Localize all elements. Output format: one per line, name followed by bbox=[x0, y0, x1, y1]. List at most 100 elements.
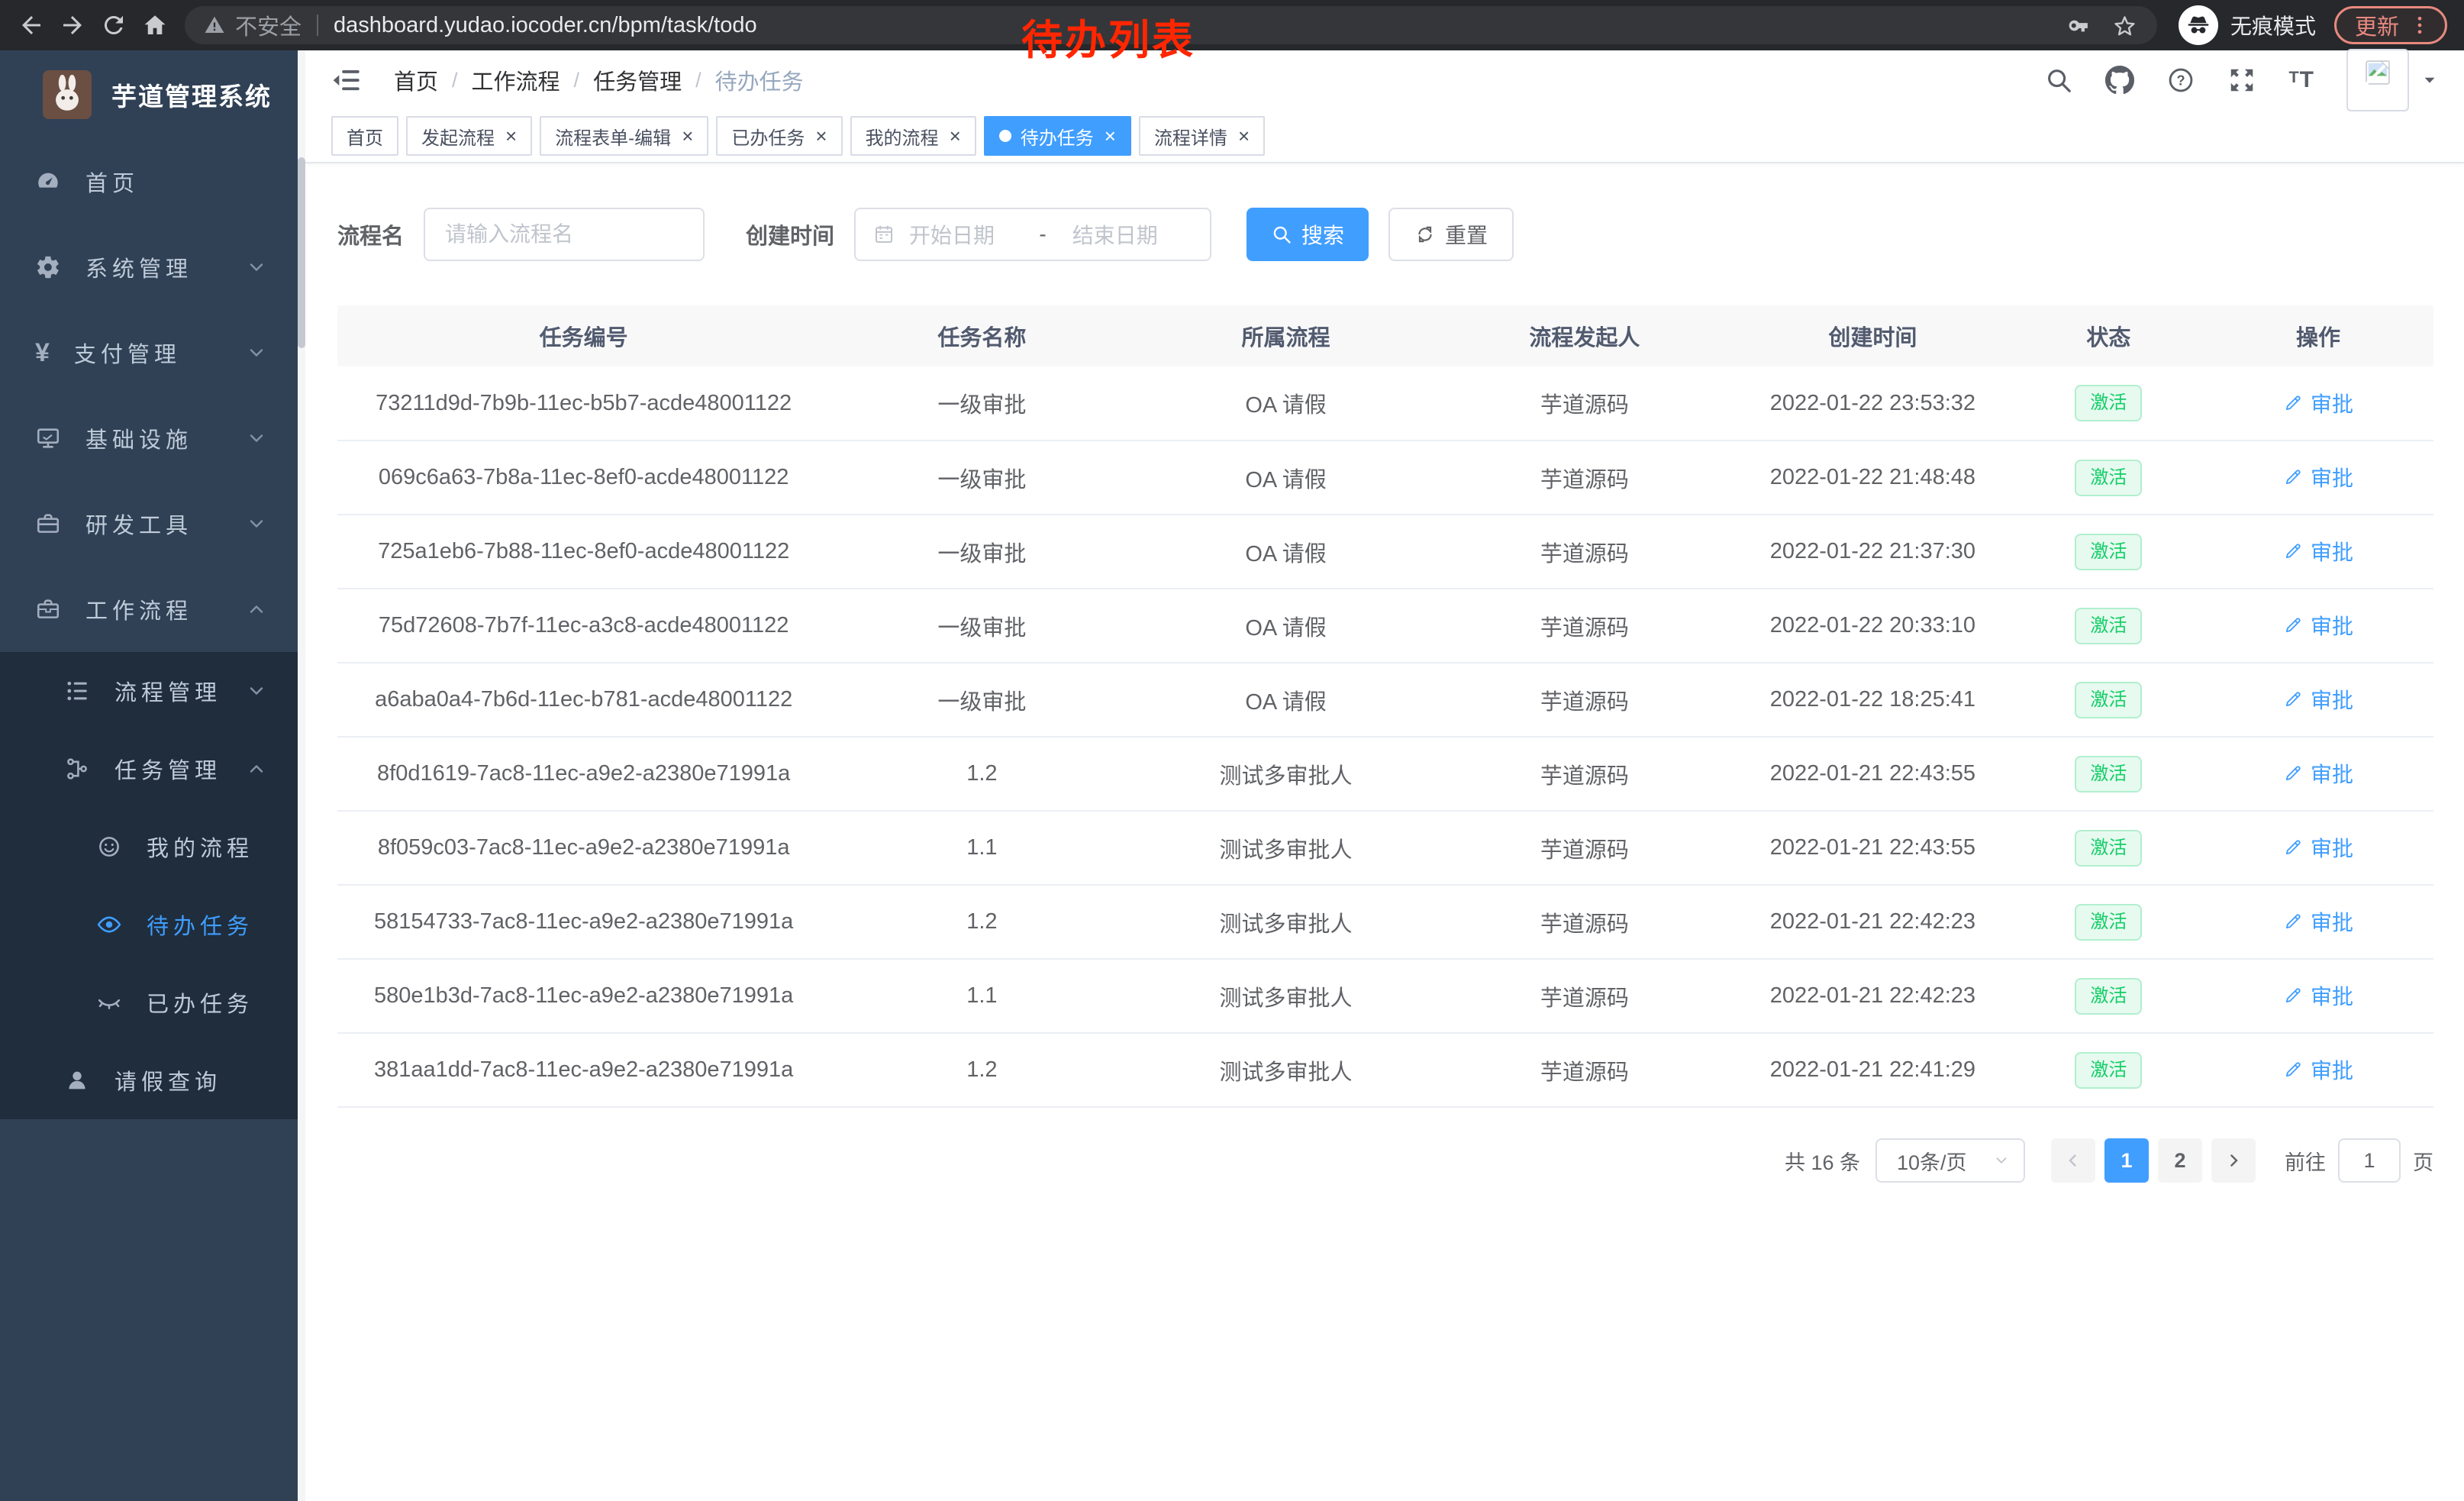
page-button-1[interactable]: 1 bbox=[2104, 1138, 2149, 1183]
help-icon[interactable]: ? bbox=[2166, 66, 2195, 95]
sidebar-item-首页[interactable]: 首页 bbox=[0, 139, 298, 224]
sidebar-item-流程管理[interactable]: 流程管理 bbox=[0, 652, 298, 730]
sidebar-logo-row[interactable]: 芋道管理系统 bbox=[0, 50, 298, 139]
browser-home-icon[interactable] bbox=[134, 5, 176, 46]
chevron-down-icon bbox=[246, 257, 267, 278]
password-key-icon[interactable] bbox=[2066, 13, 2091, 38]
approve-link[interactable]: 审批 bbox=[2283, 1054, 2353, 1085]
search-button[interactable]: 搜索 bbox=[1247, 208, 1369, 261]
cell-initiator: 芋道源码 bbox=[1438, 366, 1731, 441]
sidebar-menu: 首页系统管理¥支付管理基础设施研发工具工作流程流程管理任务管理我的流程待办任务已… bbox=[0, 139, 298, 1119]
date-range-picker[interactable]: 开始日期 - 结束日期 bbox=[854, 208, 1211, 261]
approve-label: 审批 bbox=[2311, 980, 2353, 1011]
cell-action: 审批 bbox=[2203, 885, 2433, 959]
close-icon[interactable]: × bbox=[815, 126, 827, 146]
browser-menu-dots-icon[interactable] bbox=[2408, 14, 2431, 37]
edit-pencil-icon bbox=[2283, 763, 2303, 783]
sidebar-item-研发工具[interactable]: 研发工具 bbox=[0, 481, 298, 567]
cell-process: 测试多审批人 bbox=[1134, 737, 1437, 811]
tab-label: 已办任务 bbox=[731, 123, 805, 150]
browser-reload-icon[interactable] bbox=[93, 5, 134, 46]
close-icon[interactable]: × bbox=[505, 126, 517, 146]
close-icon[interactable]: × bbox=[682, 126, 693, 146]
approve-link[interactable]: 审批 bbox=[2283, 684, 2353, 715]
sidebar-item-系统管理[interactable]: 系统管理 bbox=[0, 224, 298, 310]
breadcrumb-item[interactable]: 首页 bbox=[394, 64, 438, 96]
cell-task-id: 8f059c03-7ac8-11ec-a9e2-a2380e71991a bbox=[337, 811, 830, 885]
approve-link[interactable]: 审批 bbox=[2283, 610, 2353, 641]
sidebar-item-基础设施[interactable]: 基础设施 bbox=[0, 395, 298, 481]
approve-link[interactable]: 审批 bbox=[2283, 536, 2353, 567]
font-size-icon[interactable]: TT bbox=[2288, 67, 2314, 93]
sidebar-scrollbar[interactable] bbox=[298, 50, 305, 1501]
avatar-caret-down-icon[interactable] bbox=[2421, 72, 2438, 89]
tab-已办任务[interactable]: 已办任务 × bbox=[716, 116, 842, 156]
calendar-icon bbox=[872, 223, 895, 246]
breadcrumb-item[interactable]: 工作流程 bbox=[472, 64, 560, 96]
cell-initiator: 芋道源码 bbox=[1438, 959, 1731, 1033]
search-button-label: 搜索 bbox=[1301, 219, 1344, 250]
cell-action: 审批 bbox=[2203, 589, 2433, 663]
sidebar-item-label: 工作流程 bbox=[85, 593, 246, 625]
bookmark-star-icon[interactable] bbox=[2112, 13, 2137, 38]
cell-status: 激活 bbox=[2014, 441, 2203, 515]
sidebar-item-待办任务[interactable]: 待办任务 bbox=[0, 886, 298, 964]
reset-button[interactable]: 重置 bbox=[1388, 208, 1514, 261]
tab-流程表单-编辑[interactable]: 流程表单-编辑 × bbox=[540, 116, 708, 156]
browser-update-button[interactable]: 更新 bbox=[2334, 6, 2447, 44]
sidebar-item-请假查询[interactable]: 请假查询 bbox=[0, 1041, 298, 1119]
approve-link[interactable]: 审批 bbox=[2283, 980, 2353, 1011]
table-row: 8f059c03-7ac8-11ec-a9e2-a2380e71991a1.1测… bbox=[337, 811, 2433, 885]
process-name-input[interactable] bbox=[424, 208, 705, 261]
close-icon[interactable]: × bbox=[950, 126, 961, 146]
search-icon[interactable] bbox=[2044, 66, 2073, 95]
tags-view-bar: 首页发起流程×流程表单-编辑×已办任务×我的流程×待办任务×流程详情× bbox=[305, 110, 2464, 163]
tab-流程详情[interactable]: 流程详情× bbox=[1139, 116, 1265, 156]
close-icon[interactable]: × bbox=[1238, 126, 1250, 146]
approve-link[interactable]: 审批 bbox=[2283, 906, 2353, 937]
approve-link[interactable]: 审批 bbox=[2283, 832, 2353, 863]
approve-link[interactable]: 审批 bbox=[2283, 758, 2353, 789]
sidebar-item-支付管理[interactable]: ¥支付管理 bbox=[0, 310, 298, 395]
next-page-button[interactable] bbox=[2211, 1138, 2256, 1183]
page-button-2[interactable]: 2 bbox=[2158, 1138, 2202, 1183]
table-row: 069c6a63-7b8a-11ec-8ef0-acde48001122一级审批… bbox=[337, 441, 2433, 515]
github-icon[interactable] bbox=[2105, 66, 2134, 95]
chevron-up-icon bbox=[246, 758, 267, 780]
fullscreen-icon[interactable] bbox=[2227, 66, 2256, 95]
tab-待办任务[interactable]: 待办任务× bbox=[984, 116, 1131, 156]
page-size-select[interactable]: 10条/页 bbox=[1875, 1138, 2025, 1183]
sidebar-item-已办任务[interactable]: 已办任务 bbox=[0, 964, 298, 1041]
not-secure-warning-icon bbox=[203, 14, 226, 37]
cell-status: 激活 bbox=[2014, 811, 2203, 885]
approve-link[interactable]: 审批 bbox=[2283, 388, 2353, 418]
update-label: 更新 bbox=[2355, 9, 2399, 41]
cell-task-id: 75d72608-7b7f-11ec-a3c8-acde48001122 bbox=[337, 589, 830, 663]
sidebar-item-工作流程[interactable]: 工作流程 bbox=[0, 567, 298, 652]
table-row: 75d72608-7b7f-11ec-a3c8-acde48001122一级审批… bbox=[337, 589, 2433, 663]
tab-我的流程[interactable]: 我的流程× bbox=[850, 116, 976, 156]
status-badge: 激活 bbox=[2075, 904, 2142, 941]
cell-task-name: 一级审批 bbox=[830, 366, 1134, 441]
cell-created: 2022-01-21 22:42:23 bbox=[1731, 885, 2014, 959]
table-row: 73211d9d-7b9b-11ec-b5b7-acde48001122一级审批… bbox=[337, 366, 2433, 441]
cell-process: OA 请假 bbox=[1134, 589, 1437, 663]
list-tree-icon bbox=[64, 678, 90, 704]
scrollbar-thumb[interactable] bbox=[298, 157, 305, 348]
approve-link[interactable]: 审批 bbox=[2283, 462, 2353, 492]
browser-back-icon[interactable] bbox=[11, 5, 52, 46]
close-icon[interactable]: × bbox=[1105, 126, 1116, 146]
cell-created: 2022-01-21 22:41:29 bbox=[1731, 1033, 2014, 1107]
sidebar-item-我的流程[interactable]: 我的流程 bbox=[0, 808, 298, 886]
avatar[interactable] bbox=[2346, 49, 2409, 111]
goto-page-input[interactable] bbox=[2338, 1138, 2401, 1183]
cell-status: 激活 bbox=[2014, 959, 2203, 1033]
sidebar-toggle-icon[interactable] bbox=[331, 65, 362, 95]
tab-首页[interactable]: 首页 bbox=[331, 116, 398, 156]
breadcrumb-item[interactable]: 任务管理 bbox=[593, 64, 682, 96]
sidebar-item-任务管理[interactable]: 任务管理 bbox=[0, 730, 298, 808]
prev-page-button[interactable] bbox=[2051, 1138, 2095, 1183]
browser-forward-icon[interactable] bbox=[52, 5, 93, 46]
tab-发起流程[interactable]: 发起流程× bbox=[406, 116, 532, 156]
tab-label: 流程表单-编辑 bbox=[555, 123, 671, 150]
